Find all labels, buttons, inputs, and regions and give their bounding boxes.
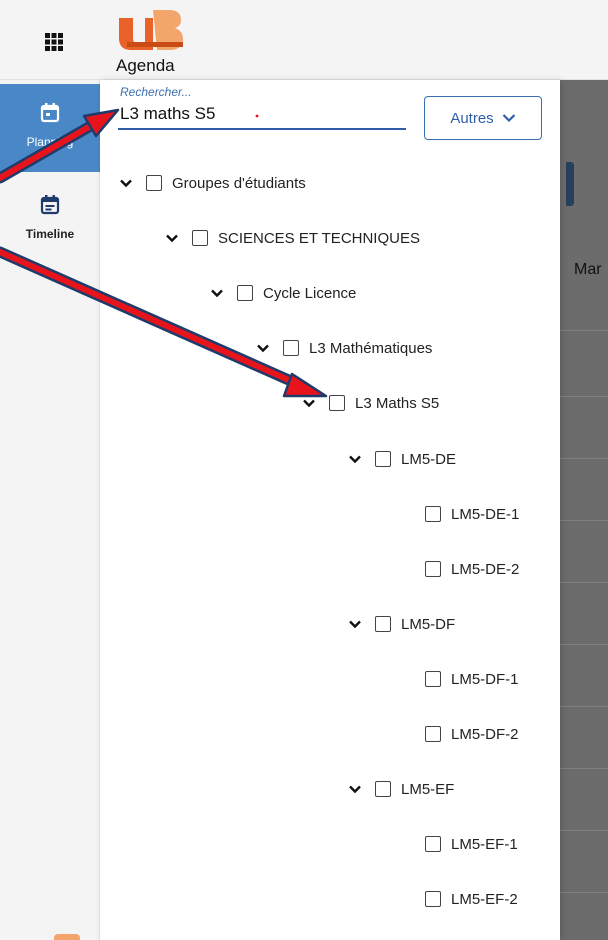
tree-checkbox[interactable] xyxy=(425,726,441,742)
chevron-down-icon[interactable] xyxy=(255,340,271,356)
tree-node-label: LM5-DE xyxy=(401,450,457,468)
tree-node-label: LM5-EF-1 xyxy=(451,835,518,853)
tree-node-cycle-licence: Cycle Licence xyxy=(209,279,356,307)
tree-node-label: L3 Mathématiques xyxy=(309,339,433,357)
tree-node-sciences-techniques: SCIENCES ET TECHNIQUES xyxy=(164,224,420,252)
top-app-bar: Agenda xyxy=(0,0,608,80)
background-row-line xyxy=(560,768,608,769)
background-row-line xyxy=(560,830,608,831)
chevron-down-icon[interactable] xyxy=(164,230,180,246)
tree-checkbox[interactable] xyxy=(425,561,441,577)
apps-grid-icon[interactable] xyxy=(44,32,64,52)
search-panel: Rechercher... Autres Groupes d'étudiants… xyxy=(100,80,560,940)
tree-checkbox[interactable] xyxy=(375,616,391,632)
chevron-down-icon[interactable] xyxy=(118,175,134,191)
timeline-icon xyxy=(39,195,61,220)
tree-checkbox[interactable] xyxy=(375,781,391,797)
rail-footer-badge xyxy=(54,934,80,940)
chevron-down-icon[interactable] xyxy=(301,395,317,411)
tree-node-l3-mathematiques: L3 Mathématiques xyxy=(255,334,432,362)
rail-item-timeline[interactable]: Timeline xyxy=(0,190,100,250)
autres-button-label: Autres xyxy=(450,109,494,127)
background-row-line xyxy=(560,458,608,459)
tree-node-label: LM5-DF-1 xyxy=(451,670,519,688)
rail-item-planning[interactable]: Planning xyxy=(0,84,100,172)
tree-node-label: LM5-EF-2 xyxy=(451,890,518,908)
background-row-line xyxy=(560,520,608,521)
tree-node-label: LM5-DE-1 xyxy=(451,505,520,523)
tree-checkbox[interactable] xyxy=(425,671,441,687)
calendar-background: Mar xyxy=(560,80,608,940)
tree-checkbox[interactable] xyxy=(425,891,441,907)
background-row-line xyxy=(560,892,608,893)
tree-checkbox[interactable] xyxy=(237,285,253,301)
tree-checkbox[interactable] xyxy=(375,451,391,467)
rail-item-label: Planning xyxy=(26,135,74,149)
tree-node-lm5-de: LM5-DE xyxy=(347,445,456,473)
background-column-header: Mar xyxy=(574,261,602,278)
tree-checkbox[interactable] xyxy=(425,506,441,522)
tree-checkbox[interactable] xyxy=(146,175,162,191)
tree-checkbox[interactable] xyxy=(192,230,208,246)
tree-node-lm5-df-2: LM5-DF-2 xyxy=(425,720,519,748)
navigation-rail: Planning Timeline xyxy=(0,80,100,940)
background-row-line xyxy=(560,330,608,331)
tree-node-label: Cycle Licence xyxy=(263,284,357,302)
tree-node-label: LM5-DE-2 xyxy=(451,560,520,578)
tree-checkbox[interactable] xyxy=(329,395,345,411)
chevron-down-icon[interactable] xyxy=(347,616,363,632)
tree-node-lm5-de-1: LM5-DE-1 xyxy=(425,500,519,528)
background-row-line xyxy=(560,706,608,707)
tree-checkbox[interactable] xyxy=(425,836,441,852)
tree-checkbox[interactable] xyxy=(283,340,299,356)
tree-node-lm5-ef-2: LM5-EF-2 xyxy=(425,885,518,913)
tree-node-lm5-df: LM5-DF xyxy=(347,610,455,638)
chevron-down-icon[interactable] xyxy=(347,451,363,467)
chevron-down-icon[interactable] xyxy=(347,781,363,797)
tree-node-label: LM5-EF xyxy=(401,780,455,798)
calendar-icon xyxy=(39,103,61,128)
tree-node-l3-maths-s5: L3 Maths S5 xyxy=(301,389,439,417)
background-button xyxy=(566,162,574,206)
tree-node-label: SCIENCES ET TECHNIQUES xyxy=(218,229,420,247)
tree-node-lm5-df-1: LM5-DF-1 xyxy=(425,665,519,693)
background-row-line xyxy=(560,396,608,397)
tree-node-label: LM5-DF xyxy=(401,615,456,633)
background-row-line xyxy=(560,582,608,583)
ub-logo-icon xyxy=(117,6,185,52)
chevron-down-icon[interactable] xyxy=(209,285,225,301)
background-row-line xyxy=(560,644,608,645)
autres-button[interactable]: Autres xyxy=(424,96,542,140)
tree-node-label: Groupes d'étudiants xyxy=(172,174,306,192)
app-title: Agenda xyxy=(116,56,175,75)
chevron-down-icon xyxy=(502,110,516,127)
tree-node-label: L3 Maths S5 xyxy=(355,394,440,412)
tree-node-lm5-ef-1: LM5-EF-1 xyxy=(425,830,518,858)
search-label: Rechercher... xyxy=(120,85,192,99)
tree-node-label: LM5-DF-2 xyxy=(451,725,519,743)
rail-item-label: Timeline xyxy=(25,227,75,241)
tree-node-lm5-ef: LM5-EF xyxy=(347,775,454,803)
tree-node-groupes-etudiants: Groupes d'étudiants xyxy=(118,169,306,197)
search-input[interactable] xyxy=(118,100,406,130)
tree-node-lm5-de-2: LM5-DE-2 xyxy=(425,555,519,583)
